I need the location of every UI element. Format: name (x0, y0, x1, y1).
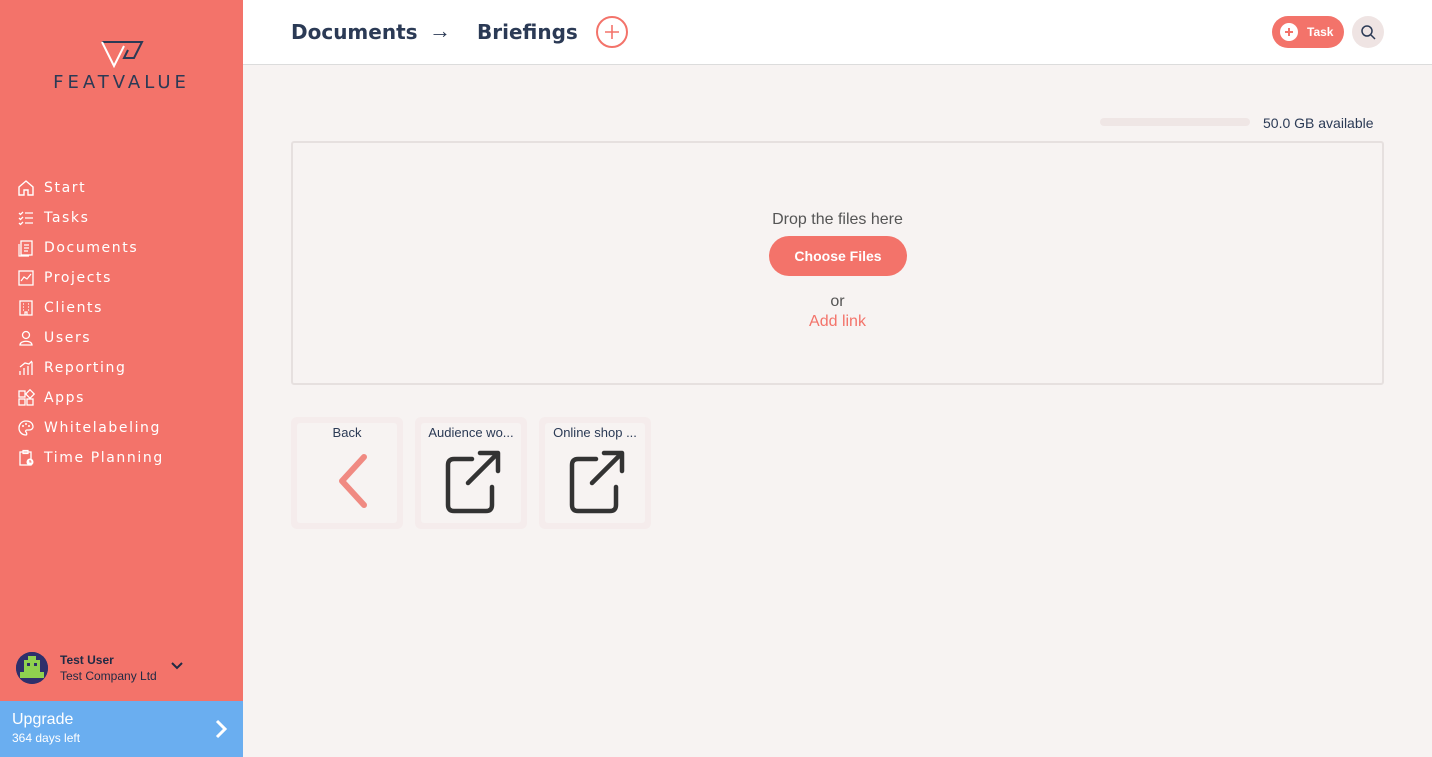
breadcrumb-separator: → (429, 18, 451, 43)
sidebar: FEATVALUE Start Tasks Documents Projects (0, 0, 243, 757)
documents-icon (16, 238, 36, 258)
sidebar-item-time-planning[interactable]: Time Planning (16, 443, 164, 473)
upgrade-banner[interactable]: Upgrade 364 days left (0, 701, 243, 757)
logo[interactable]: FEATVALUE (0, 40, 243, 93)
sidebar-item-whitelabeling[interactable]: Whitelabeling (16, 413, 164, 443)
user-menu[interactable]: Test User Test Company Ltd (16, 652, 226, 684)
search-icon (1361, 25, 1376, 40)
chevron-left-icon (291, 447, 403, 517)
storage-usage-bar (1100, 118, 1250, 126)
sidebar-item-label: Whitelabeling (44, 420, 162, 436)
external-link-icon (415, 447, 527, 517)
sidebar-item-start[interactable]: Start (16, 173, 164, 203)
chevron-right-icon (215, 719, 228, 744)
add-folder-button[interactable] (596, 16, 628, 48)
apps-icon (16, 388, 36, 408)
building-icon (16, 298, 36, 318)
avatar (16, 652, 48, 684)
chevron-down-icon[interactable] (171, 657, 183, 675)
user-name: Test User (60, 653, 114, 667)
sidebar-item-reporting[interactable]: Reporting (16, 353, 164, 383)
tile-label: Back (332, 425, 362, 440)
breadcrumb-briefings: Briefings (477, 20, 578, 44)
logo-text: FEATVALUE (53, 72, 190, 93)
sidebar-item-label: Start (44, 180, 87, 196)
add-link-button[interactable]: Add link (293, 313, 1382, 331)
plus-icon (1280, 23, 1298, 41)
sidebar-item-label: Documents (44, 240, 139, 256)
upgrade-title: Upgrade (12, 711, 74, 728)
projects-icon (16, 268, 36, 288)
sidebar-item-tasks[interactable]: Tasks (16, 203, 164, 233)
tile-label: Online shop ... (553, 425, 637, 440)
file-dropzone[interactable]: Drop the files here Choose Files or Add … (291, 141, 1384, 385)
sidebar-item-label: Users (44, 330, 92, 346)
add-task-label: Task (1307, 25, 1334, 39)
palette-icon (16, 418, 36, 438)
top-header: Documents → Briefings Task (243, 0, 1432, 65)
user-icon (16, 328, 36, 348)
storage-available: 50.0 GB available (1263, 115, 1374, 131)
sidebar-item-apps[interactable]: Apps (16, 383, 164, 413)
plus-icon (605, 25, 619, 39)
drop-instructions: Drop the files here (772, 211, 903, 228)
upgrade-days-left: 364 days left (12, 731, 81, 745)
sidebar-item-label: Projects (44, 270, 112, 286)
logo-mark-icon (100, 41, 144, 68)
link-tile[interactable]: Audience wo... (415, 417, 527, 529)
tile-label: Audience wo... (428, 425, 514, 440)
breadcrumb-documents[interactable]: Documents (291, 20, 418, 44)
add-task-button[interactable]: Task (1272, 16, 1344, 48)
sidebar-item-clients[interactable]: Clients (16, 293, 164, 323)
sidebar-item-documents[interactable]: Documents (16, 233, 164, 263)
sidebar-item-label: Reporting (44, 360, 127, 376)
sidebar-nav: Start Tasks Documents Projects Clients U… (16, 173, 164, 473)
sidebar-item-label: Clients (44, 300, 104, 316)
clipboard-clock-icon (16, 448, 36, 468)
user-company: Test Company Ltd (60, 669, 157, 683)
sidebar-item-label: Time Planning (44, 450, 164, 466)
sidebar-item-label: Apps (44, 390, 86, 406)
chart-icon (16, 358, 36, 378)
choose-files-button[interactable]: Choose Files (769, 236, 907, 276)
or-separator: or (830, 293, 845, 310)
link-tile[interactable]: Online shop ... (539, 417, 651, 529)
search-button[interactable] (1352, 16, 1384, 48)
home-icon (16, 178, 36, 198)
tasks-icon (16, 208, 36, 228)
sidebar-item-projects[interactable]: Projects (16, 263, 164, 293)
sidebar-item-users[interactable]: Users (16, 323, 164, 353)
back-tile[interactable]: Back (291, 417, 403, 529)
external-link-icon (539, 447, 651, 517)
sidebar-item-label: Tasks (44, 210, 90, 226)
